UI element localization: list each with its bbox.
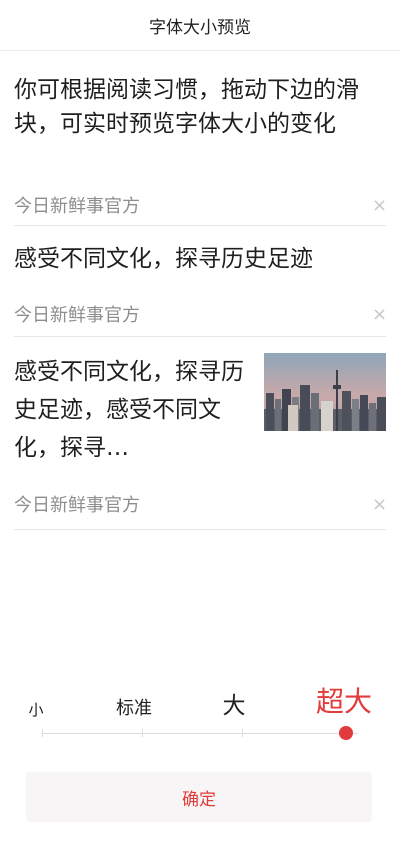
- title-bar: 字体大小预览: [0, 0, 400, 51]
- page-title: 字体大小预览: [149, 17, 251, 38]
- slider-track[interactable]: [42, 726, 358, 740]
- source-row: 今日新鲜事官方 ×: [14, 185, 387, 225]
- size-option-small[interactable]: 小: [28, 699, 43, 720]
- close-icon[interactable]: ×: [372, 304, 387, 325]
- city-skyline-image: [264, 353, 386, 431]
- headline: 你可根据阅读习惯，拖动下边的滑块，可实时预览字体大小的变化: [14, 77, 359, 137]
- source-label: 今日新鲜事官方: [14, 495, 140, 516]
- list-item[interactable]: 感受不同文化，探寻历史足迹，感受不同文化，探寻… 今日新鲜事官方 ×: [14, 337, 387, 530]
- close-icon[interactable]: ×: [372, 494, 387, 515]
- close-icon[interactable]: ×: [372, 195, 387, 216]
- list-item[interactable]: 你可根据阅读习惯，拖动下边的滑块，可实时预览字体大小的变化 今日新鲜事官方 ×: [14, 51, 387, 226]
- source-row: 今日新鲜事官方 ×: [14, 292, 387, 336]
- headline: 感受不同文化，探寻历史足迹，感受不同文化，探寻…: [14, 359, 244, 461]
- slider-tick: [242, 729, 243, 737]
- confirm-button[interactable]: 确定: [26, 772, 372, 822]
- source-label: 今日新鲜事官方: [14, 305, 140, 326]
- slider-tick: [42, 729, 43, 737]
- list-item[interactable]: 感受不同文化，探寻历史足迹 今日新鲜事官方 ×: [14, 226, 387, 337]
- size-option-extra-large[interactable]: 超大: [316, 680, 372, 720]
- source-label: 今日新鲜事官方: [14, 196, 140, 217]
- headline: 感受不同文化，探寻历史足迹: [14, 246, 313, 272]
- slider-tick: [142, 729, 143, 737]
- source-row: 今日新鲜事官方 ×: [14, 479, 387, 529]
- font-size-slider[interactable]: 小 标准 大 超大: [0, 680, 400, 740]
- slider-line: [42, 733, 358, 734]
- size-option-standard[interactable]: 标准: [116, 694, 152, 720]
- slider-handle[interactable]: [339, 726, 353, 740]
- size-option-large[interactable]: 大: [223, 686, 246, 720]
- font-size-labels: 小 标准 大 超大: [0, 680, 400, 726]
- preview-feed: 你可根据阅读习惯，拖动下边的滑块，可实时预览字体大小的变化 今日新鲜事官方 × …: [0, 51, 400, 530]
- confirm-label: 确定: [182, 789, 216, 810]
